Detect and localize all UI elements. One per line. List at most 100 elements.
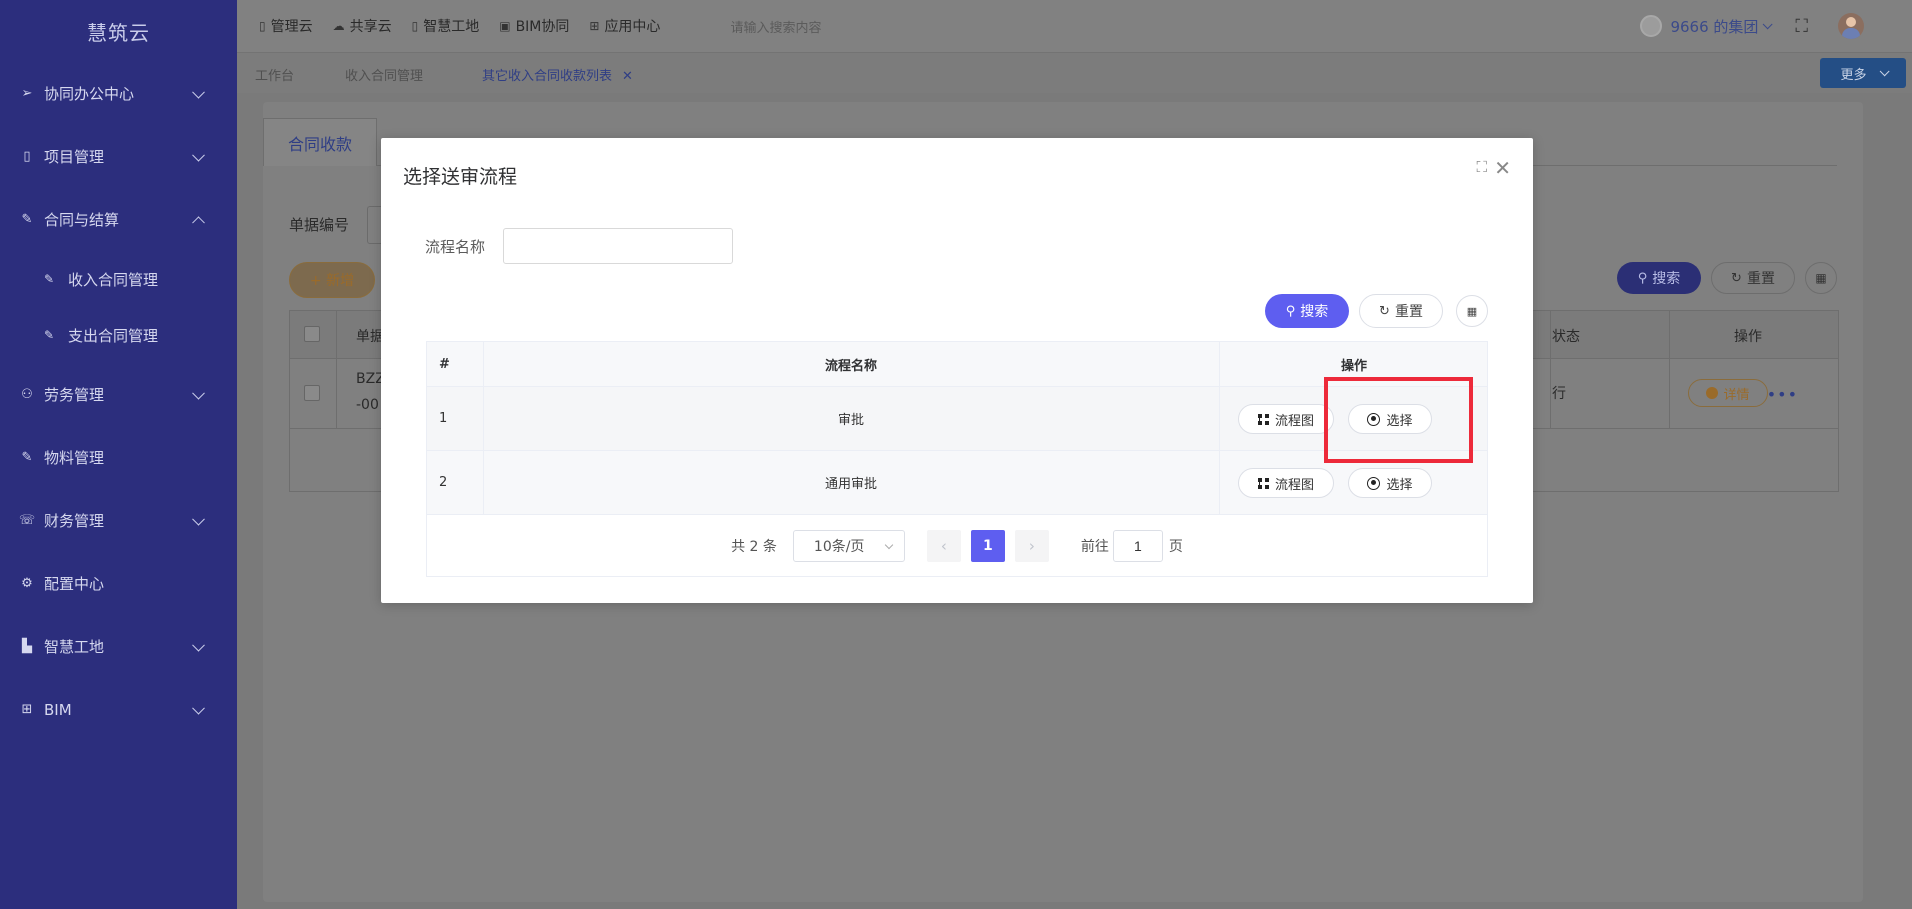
more-button[interactable]: 更多 (1820, 58, 1906, 88)
tabs-bar: 工作台 收入合同管理 其它收入合同收款列表 ✕ (237, 52, 1912, 93)
sidebar-subitem-label: 收入合同管理 (68, 270, 159, 289)
sidebar-subitem-income-contract[interactable]: ✎ 收入合同管理 (0, 251, 237, 307)
radio-icon (1367, 476, 1381, 490)
next-page-button[interactable]: › (1014, 530, 1049, 562)
table-header: # 流程名称 操作 (427, 342, 1487, 387)
grid-icon: ⊞ (21, 702, 33, 717)
dialog-column-settings-button[interactable]: ▦ (1456, 295, 1488, 327)
sidebar-item-project[interactable]: ▯ 项目管理 (0, 125, 237, 188)
tab-other-income-receipts[interactable]: 其它收入合同收款列表 ✕ (482, 65, 633, 84)
edit-icon: ✎ (21, 450, 33, 465)
group-avatar (1640, 15, 1663, 37)
dialog-reset-button[interactable]: ↻ 重置 (1359, 294, 1443, 328)
row-index: 2 (439, 475, 448, 490)
flowchart-button[interactable]: 流程图 (1238, 404, 1334, 434)
topnav-management-cloud[interactable]: ▯ 管理云 (259, 16, 313, 36)
column-header-doc: 单据 (356, 329, 384, 345)
flowchart-icon (1257, 477, 1269, 489)
select-label: 选择 (1386, 477, 1413, 493)
user-avatar[interactable] (1838, 13, 1864, 39)
flowchart-icon (1257, 413, 1269, 425)
close-icon[interactable]: ✕ (622, 69, 633, 84)
column-settings-button[interactable]: ▦ (1805, 262, 1837, 294)
bar-chart-icon: ▙ (22, 639, 32, 654)
tab-label: 其它收入合同收款列表 (482, 69, 613, 84)
goto-label: 前往 (1080, 539, 1109, 555)
topnav-app-center[interactable]: ⊞ 应用中心 (589, 16, 660, 36)
chevron-left-icon: ‹ (940, 537, 947, 555)
topnav-label: 管理云 (270, 19, 313, 35)
column-divider (336, 311, 337, 358)
ellipsis-icon[interactable]: ••• (1767, 385, 1798, 404)
flow-name-cell: 审批 (837, 413, 864, 428)
sidebar-item-collab-office[interactable]: ➢ 协同办公中心 (0, 62, 237, 125)
topnav-bim[interactable]: ▣ BIM协同 (499, 16, 569, 36)
sidebar-item-material[interactable]: ✎ 物料管理 (0, 426, 237, 489)
phone-icon: ☏ (18, 513, 36, 528)
goto-page-input[interactable] (1112, 530, 1163, 562)
reset-label: 重置 (1394, 304, 1423, 320)
select-button[interactable]: 选择 (1348, 404, 1432, 434)
flow-name-input[interactable] (503, 228, 733, 264)
sidebar-item-smart-site[interactable]: ▙ 智慧工地 (0, 615, 237, 678)
tab-workbench[interactable]: 工作台 (255, 65, 294, 84)
sidebar-item-bim[interactable]: ⊞ BIM (0, 678, 237, 741)
chevron-down-icon (192, 701, 205, 715)
page-size-select[interactable]: 10条/页 (792, 530, 905, 562)
tab-income-contract[interactable]: 收入合同管理 (345, 65, 423, 84)
column-divider (336, 359, 337, 428)
dialog-search-button[interactable]: ⚲ 搜索 (1265, 294, 1349, 328)
book-icon: ▯ (23, 149, 31, 164)
book-icon: ▯ (411, 19, 419, 33)
group-switcher[interactable]: 9666 的集团 (1670, 16, 1758, 37)
row-checkbox[interactable] (304, 385, 320, 401)
sidebar-item-label: 智慧工地 (44, 638, 105, 656)
flowchart-label: 流程图 (1274, 477, 1314, 493)
select-button[interactable]: 选择 (1348, 468, 1432, 498)
app-logo: 慧筑云 (87, 20, 150, 45)
sidebar: 慧筑云 ➢ 协同办公中心 ▯ 项目管理 ✎ 合同与结算 ✎ 收入合同管理 ✎ 支… (0, 0, 237, 909)
select-all-checkbox[interactable] (304, 326, 320, 342)
chevron-down-icon (192, 85, 205, 99)
global-search-input[interactable]: 请输入搜索内容 (730, 17, 821, 36)
topnav-label: 共享云 (349, 19, 392, 35)
search-button[interactable]: ⚲ 搜索 (1617, 262, 1701, 294)
sidebar-item-config[interactable]: ⚙ 配置中心 (0, 552, 237, 615)
page-number-current[interactable]: 1 (970, 530, 1005, 562)
folder-icon: ▣ (499, 19, 511, 33)
select-approval-flow-dialog: 选择送审流程 ⛶ ✕ 流程名称 ⚲ 搜索 ↻ 重置 ▦ # 流程名称 操作 1 … (381, 138, 1533, 603)
add-button[interactable]: + 新增 (289, 262, 375, 298)
chevron-right-icon: › (1028, 537, 1035, 555)
maximize-icon[interactable]: ⛶ (1476, 158, 1487, 176)
sidebar-item-label: 物料管理 (44, 449, 105, 467)
edit-icon: ✎ (44, 328, 55, 342)
more-dots-icon (1706, 387, 1719, 399)
table-row[interactable]: 1 审批 流程图 选择 (427, 387, 1487, 451)
more-label: 更多 (1840, 67, 1867, 83)
sidebar-subitem-expense-contract[interactable]: ✎ 支出合同管理 (0, 307, 237, 363)
topnav-smart-site[interactable]: ▯ 智慧工地 (412, 16, 480, 36)
sidebar-item-finance[interactable]: ☏ 财务管理 (0, 489, 237, 552)
detail-label: 详情 (1723, 387, 1750, 403)
reset-button[interactable]: ↻ 重置 (1711, 262, 1795, 294)
close-icon[interactable]: ✕ (1494, 156, 1511, 180)
chevron-down-icon (884, 540, 894, 550)
pagination: 共 2 条 10条/页 ‹ 1 › 前往 页 (427, 515, 1487, 577)
top-bar: ▯ 管理云 ☁ 共享云 ▯ 智慧工地 ▣ BIM协同 ⊞ 应用中心 请输入搜索内… (237, 0, 1912, 52)
prev-page-button[interactable]: ‹ (926, 530, 961, 562)
topnav-shared-cloud[interactable]: ☁ 共享云 (333, 16, 392, 36)
grid-icon: ⊞ (589, 19, 600, 33)
dialog-title: 选择送审流程 (403, 166, 518, 188)
book-icon: ▯ (259, 19, 266, 33)
edit-icon: ✎ (44, 272, 55, 286)
detail-button[interactable]: 详情 (1688, 379, 1768, 407)
goto-suffix: 页 (1168, 539, 1183, 555)
flowchart-button[interactable]: 流程图 (1238, 468, 1334, 498)
topnav-label: BIM协同 (515, 19, 570, 35)
sidebar-item-labor[interactable]: ⚇ 劳务管理 (0, 363, 237, 426)
sidebar-item-contract[interactable]: ✎ 合同与结算 (0, 188, 237, 251)
tab-contract-receipts[interactable]: 合同收款 (263, 118, 377, 166)
table-row[interactable]: 2 通用审批 流程图 选择 (427, 451, 1487, 515)
cloud-icon: ☁ (332, 19, 345, 33)
fullscreen-icon[interactable]: ⛶ (1795, 16, 1808, 37)
